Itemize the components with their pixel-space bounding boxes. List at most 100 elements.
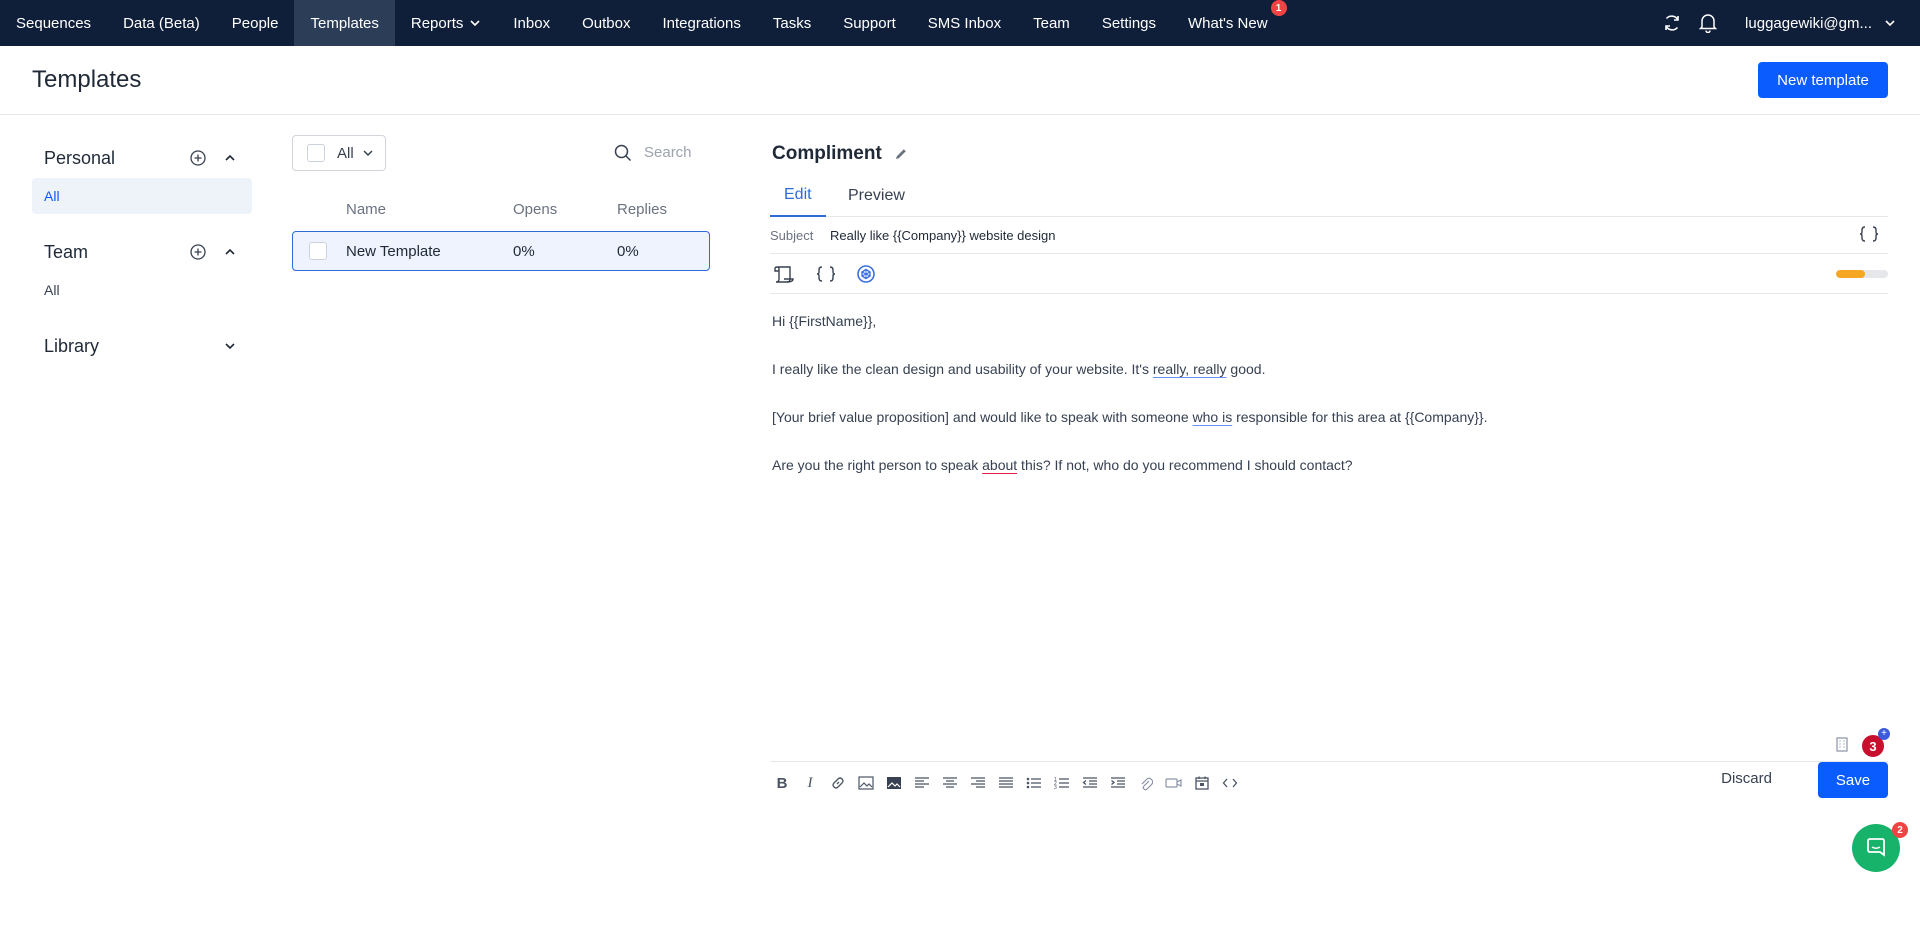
refresh-icon[interactable] xyxy=(1661,12,1683,34)
italic-icon[interactable]: I xyxy=(798,771,822,795)
chevron-down-icon xyxy=(470,20,480,27)
pencil-icon[interactable] xyxy=(894,147,908,161)
row-checkbox[interactable] xyxy=(309,242,327,260)
nav-whats-new[interactable]: What's New 1 xyxy=(1172,0,1287,46)
filter-dropdown[interactable]: All xyxy=(292,135,386,171)
page-title: Templates xyxy=(32,66,142,93)
column-header-opens[interactable]: Opens xyxy=(513,201,557,218)
sidebar-item-personal-all[interactable]: All xyxy=(32,178,252,214)
nav-inbox[interactable]: Inbox xyxy=(497,0,566,46)
chat-unread-badge: 2 xyxy=(1892,822,1908,838)
tab-edit[interactable]: Edit xyxy=(770,175,826,217)
nav-support[interactable]: Support xyxy=(827,0,912,46)
snippet-scroll-icon[interactable] xyxy=(772,262,796,286)
list-header: Name Opens Replies xyxy=(292,201,710,221)
nav-label: Settings xyxy=(1101,14,1157,32)
chat-icon xyxy=(1867,838,1885,857)
sidebar-section-team[interactable]: Team xyxy=(32,234,252,270)
align-right-icon[interactable] xyxy=(966,771,990,795)
align-justify-icon[interactable] xyxy=(994,771,1018,795)
tab-preview[interactable]: Preview xyxy=(834,175,919,217)
spellcheck-error[interactable]: about xyxy=(982,457,1017,473)
subject-input[interactable]: Really like {{Company}} website design xyxy=(830,228,1055,243)
chevron-up-icon[interactable] xyxy=(224,246,236,258)
body-line: I really like the clean design and usabi… xyxy=(772,361,1266,377)
nav-label: Templates xyxy=(310,14,379,32)
code-icon[interactable] xyxy=(1218,771,1242,795)
nav-people[interactable]: People xyxy=(216,0,295,46)
variables-braces-icon[interactable] xyxy=(1858,225,1880,243)
page-header: Templates New template xyxy=(0,46,1920,115)
body-line: Hi {{FirstName}}, xyxy=(772,313,877,329)
indent-icon[interactable] xyxy=(1106,771,1130,795)
sidebar-section-personal[interactable]: Personal xyxy=(32,140,252,176)
filter-value: All xyxy=(337,144,354,162)
template-editor: Compliment Edit Preview Subject Really l… xyxy=(770,135,1890,815)
bullet-list-icon[interactable] xyxy=(1022,771,1046,795)
numbered-list-icon[interactable]: 123 xyxy=(1050,771,1074,795)
formatting-toolbar: B I 123 xyxy=(770,771,1246,795)
ai-assistant-icon[interactable] xyxy=(854,262,878,286)
content-score-bar xyxy=(1836,270,1888,278)
nav-label: Reports xyxy=(410,14,464,32)
nav-data-beta[interactable]: Data (Beta) xyxy=(107,0,216,46)
discard-button[interactable]: Discard xyxy=(1715,769,1778,788)
section-label: Library xyxy=(44,335,100,356)
link-icon[interactable] xyxy=(826,771,850,795)
template-title: Compliment xyxy=(772,143,882,164)
email-body-editor[interactable]: Hi {{FirstName}}, I really like the clea… xyxy=(772,311,1872,503)
save-button[interactable]: Save xyxy=(1818,762,1888,798)
section-label: Personal xyxy=(44,147,116,168)
outdent-icon[interactable] xyxy=(1078,771,1102,795)
sidebar-item-team-all[interactable]: All xyxy=(32,272,252,308)
search-input[interactable] xyxy=(642,143,722,162)
plus-icon: + xyxy=(1878,728,1890,740)
bell-icon[interactable] xyxy=(1697,12,1719,34)
nav-integrations[interactable]: Integrations xyxy=(646,0,756,46)
user-menu[interactable]: luggagewiki@gm... xyxy=(1745,15,1920,32)
body-line: [Your brief value proposition] and would… xyxy=(772,409,1488,425)
nav-sms-inbox[interactable]: SMS Inbox xyxy=(912,0,1017,46)
template-row[interactable]: New Template 0% 0% xyxy=(292,231,710,271)
nav-label: Team xyxy=(1033,14,1070,32)
nav-sequences[interactable]: Sequences xyxy=(0,0,107,46)
variables-braces-icon[interactable] xyxy=(814,262,838,286)
nav-tasks[interactable]: Tasks xyxy=(757,0,827,46)
nav-templates[interactable]: Templates xyxy=(294,0,395,46)
column-header-name[interactable]: Name xyxy=(346,201,386,218)
attachment-icon[interactable] xyxy=(1134,771,1158,795)
nav-settings[interactable]: Settings xyxy=(1086,0,1172,46)
image-icon[interactable] xyxy=(854,771,878,795)
video-icon[interactable] xyxy=(1162,771,1186,795)
sidebar-section-library[interactable]: Library xyxy=(32,328,252,364)
add-circle-icon[interactable] xyxy=(190,150,206,166)
add-circle-icon[interactable] xyxy=(190,244,206,260)
select-all-checkbox[interactable] xyxy=(307,144,325,162)
spellcheck-suggestion[interactable]: who is xyxy=(1193,409,1233,425)
nav-team[interactable]: Team xyxy=(1017,0,1086,46)
svg-text:3: 3 xyxy=(1054,785,1057,790)
building-icon[interactable] xyxy=(1834,736,1850,752)
spellcheck-suggestion[interactable]: really, really xyxy=(1153,361,1227,377)
image-upload-icon[interactable] xyxy=(882,771,906,795)
nav-reports[interactable]: Reports xyxy=(395,0,498,46)
bold-icon[interactable]: B xyxy=(770,771,794,795)
nav-label: Integrations xyxy=(662,14,741,32)
nav-outbox[interactable]: Outbox xyxy=(566,0,646,46)
chevron-up-icon[interactable] xyxy=(224,152,236,164)
calendar-icon[interactable] xyxy=(1190,771,1214,795)
tab-label: Edit xyxy=(784,186,812,203)
editor-tabs: Edit Preview xyxy=(770,175,1888,217)
new-template-button[interactable]: New template xyxy=(1758,62,1888,98)
align-center-icon[interactable] xyxy=(938,771,962,795)
section-label: Team xyxy=(44,241,89,262)
nav-label: Tasks xyxy=(772,14,812,32)
chevron-down-icon xyxy=(1885,20,1895,27)
align-left-icon[interactable] xyxy=(910,771,934,795)
nav-label: People xyxy=(231,14,279,32)
notification-badge: 1 xyxy=(1270,0,1287,16)
search-box[interactable] xyxy=(614,143,722,162)
chevron-down-icon[interactable] xyxy=(224,340,236,352)
nav-label: Data (Beta) xyxy=(123,14,200,32)
column-header-replies[interactable]: Replies xyxy=(617,201,667,218)
